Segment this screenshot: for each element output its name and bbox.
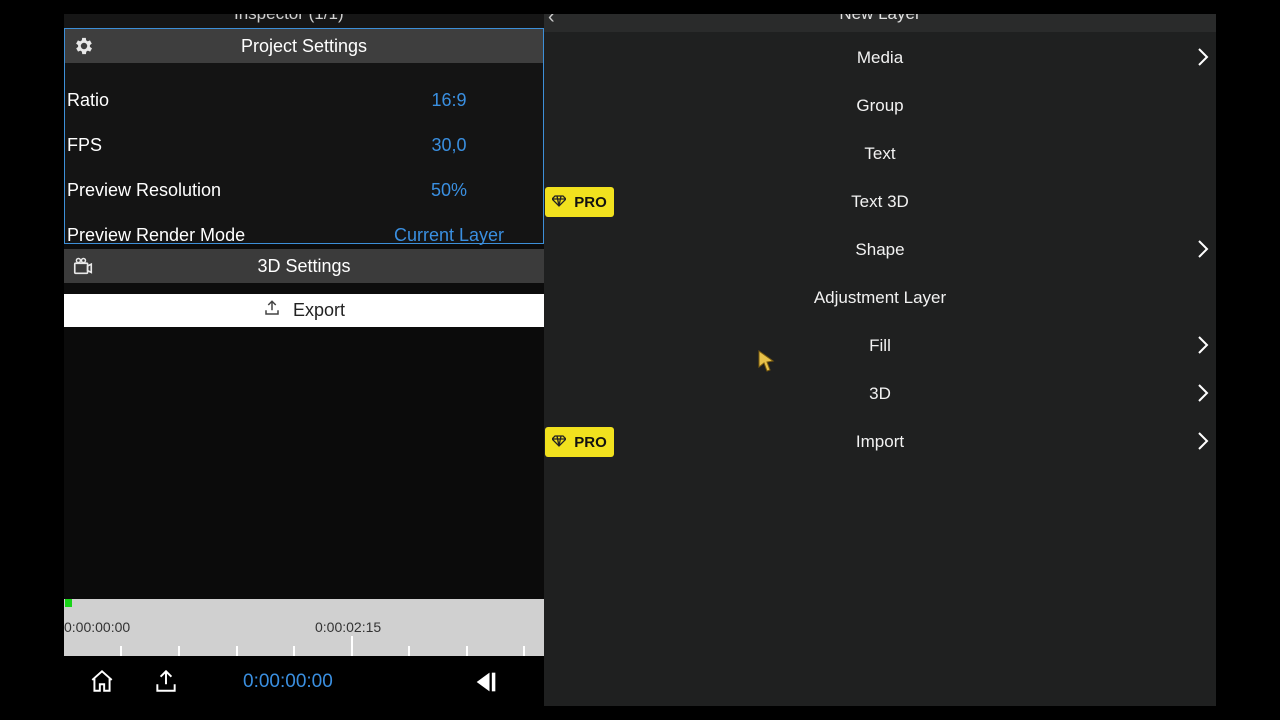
timeline-tick bbox=[178, 646, 180, 656]
pro-badge[interactable]: PRO bbox=[545, 187, 614, 217]
menu-item-adjustment-layer[interactable]: Adjustment Layer bbox=[544, 274, 1216, 322]
menu-item-text-3d[interactable]: Text 3D bbox=[544, 178, 1216, 226]
setting-label: Preview Resolution bbox=[67, 179, 222, 200]
chevron-right-icon bbox=[1196, 431, 1216, 451]
setting-value[interactable]: 16:9 bbox=[391, 90, 507, 111]
share-icon[interactable] bbox=[152, 668, 180, 696]
timeline-tick bbox=[351, 636, 353, 656]
menu-item-label: 3D bbox=[869, 384, 891, 403]
setting-row-fps[interactable]: FPS 30,0 bbox=[67, 123, 541, 167]
upload-icon bbox=[263, 299, 281, 322]
inspector-panel: Inspector (1/1) Project Settings Ratio 1… bbox=[64, 14, 544, 706]
home-icon[interactable] bbox=[88, 668, 116, 696]
play-backward-icon[interactable] bbox=[472, 668, 500, 696]
mouse-cursor-icon bbox=[758, 350, 775, 372]
menu-item-label: Media bbox=[856, 48, 904, 67]
chevron-right-icon bbox=[1196, 239, 1216, 259]
3d-settings-bar: 3D Settings bbox=[64, 249, 544, 283]
setting-value[interactable]: Current Layer bbox=[391, 225, 507, 246]
export-label: Export bbox=[292, 300, 346, 320]
menu-item-group[interactable]: Group bbox=[544, 82, 1216, 130]
timeline-tick bbox=[466, 646, 468, 656]
setting-label: FPS bbox=[67, 134, 103, 155]
menu-item-label: Shape bbox=[855, 240, 905, 259]
setting-row-preview-resolution[interactable]: Preview Resolution 50% bbox=[67, 168, 541, 212]
setting-label: Preview Render Mode bbox=[67, 224, 246, 245]
preview-canvas[interactable] bbox=[64, 327, 544, 599]
menu-item-3d[interactable]: 3D bbox=[544, 370, 1216, 418]
camera-icon bbox=[72, 255, 94, 277]
project-settings-header[interactable]: Project Settings bbox=[65, 29, 543, 63]
chevron-right-icon bbox=[1196, 47, 1216, 67]
pro-label: PRO bbox=[574, 193, 607, 211]
diamond-icon bbox=[551, 194, 568, 210]
timeline-mid-time: 0:00:02:15 bbox=[315, 619, 382, 635]
3d-settings-header[interactable]: 3D Settings bbox=[64, 249, 544, 283]
export-button[interactable]: Export bbox=[64, 294, 544, 327]
setting-row-ratio[interactable]: Ratio 16:9 bbox=[67, 78, 541, 122]
timeline-ruler[interactable]: 0:00:00:00 0:00:02:15 bbox=[64, 599, 544, 656]
current-time-display[interactable]: 0:00:00:00 bbox=[243, 671, 333, 693]
timeline-tick bbox=[120, 646, 122, 656]
playhead-marker[interactable] bbox=[65, 599, 72, 607]
chevron-right-icon bbox=[1196, 335, 1216, 355]
project-settings-section: Project Settings Ratio 16:9 FPS 30,0 Pre… bbox=[64, 28, 544, 246]
menu-item-label: Adjustment Layer bbox=[813, 288, 947, 307]
timeline-start-time: 0:00:00:00 bbox=[64, 619, 131, 635]
menu-item-label: Group bbox=[856, 96, 904, 115]
menu-item-media[interactable]: Media bbox=[544, 34, 1216, 82]
menu-item-label: Fill bbox=[869, 336, 891, 355]
new-layer-header: ‹ New Layer bbox=[544, 14, 1216, 32]
project-settings-title: Project Settings bbox=[240, 35, 368, 56]
diamond-icon bbox=[551, 434, 568, 450]
new-layer-title: New Layer bbox=[544, 14, 1216, 24]
timeline-tick bbox=[523, 646, 525, 656]
gear-icon bbox=[73, 35, 95, 57]
setting-label: Ratio bbox=[67, 89, 110, 110]
setting-value[interactable]: 30,0 bbox=[391, 135, 507, 156]
menu-item-label: Text bbox=[864, 144, 896, 163]
3d-settings-title: 3D Settings bbox=[257, 255, 351, 276]
menu-item-label: Text 3D bbox=[851, 192, 909, 211]
chevron-right-icon bbox=[1196, 383, 1216, 403]
setting-value[interactable]: 50% bbox=[391, 180, 507, 201]
pro-badge[interactable]: PRO bbox=[545, 427, 614, 457]
pro-label: PRO bbox=[574, 433, 607, 451]
menu-item-shape[interactable]: Shape bbox=[544, 226, 1216, 274]
timeline-tick bbox=[293, 646, 295, 656]
menu-item-label: Import bbox=[855, 432, 905, 451]
menu-item-import[interactable]: Import bbox=[544, 418, 1216, 466]
menu-item-fill[interactable]: Fill bbox=[544, 322, 1216, 370]
timeline-tick bbox=[236, 646, 238, 656]
new-layer-panel: ‹ New Layer Media Group Text Text 3D Sha… bbox=[544, 14, 1216, 706]
inspector-title: Inspector (1/1) bbox=[234, 14, 344, 24]
app-window: Inspector (1/1) Project Settings Ratio 1… bbox=[64, 14, 1216, 706]
inspector-header: Inspector (1/1) bbox=[64, 14, 544, 28]
menu-item-text[interactable]: Text bbox=[544, 130, 1216, 178]
bottom-toolbar: 0:00:00:00 bbox=[64, 656, 544, 706]
timeline-tick bbox=[408, 646, 410, 656]
